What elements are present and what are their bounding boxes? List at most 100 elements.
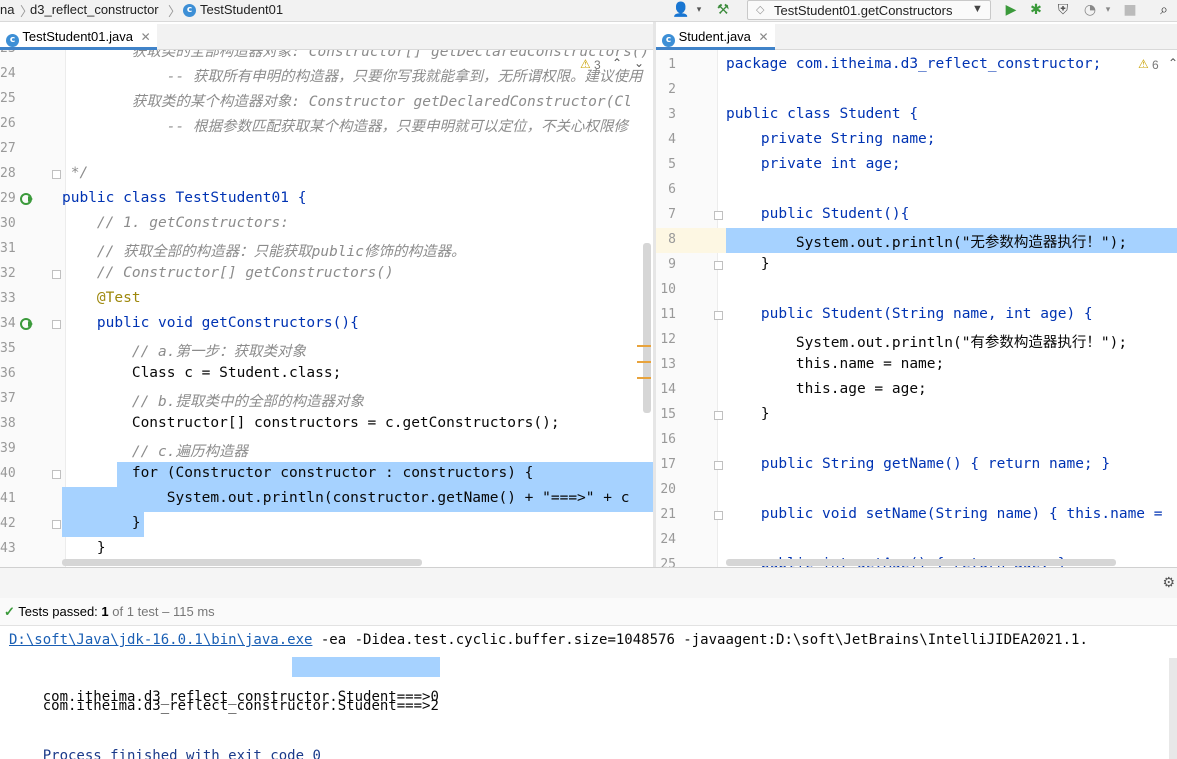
code-line: 9 }: [668, 256, 770, 272]
fold-marker[interactable]: [714, 311, 723, 320]
check-icon: ✓: [4, 604, 15, 619]
code-line: 31 // 获取全部的构造器：只能获取public修饰的构造器。: [0, 241, 466, 260]
run-test-class-icon[interactable]: [20, 192, 34, 206]
breadcrumb-module[interactable]: na: [0, 2, 14, 17]
run-panel-header: ⚙: [0, 568, 1177, 598]
tab-label: Student.java: [678, 29, 751, 44]
code-line: 16: [660, 432, 676, 447]
right-tab-bar: c Student.java ✕: [656, 24, 1177, 50]
vertical-scrollbar[interactable]: [643, 243, 651, 413]
code-line: 3 public class Student {: [668, 106, 919, 122]
gear-icon[interactable]: ⚙: [1162, 574, 1175, 591]
code-line: 11 public Student(String name, int age) …: [660, 306, 1093, 322]
code-line: 29 public class TestStudent01 {: [0, 190, 307, 206]
fold-marker[interactable]: [52, 170, 61, 179]
coverage-icon[interactable]: ⛨: [1054, 1, 1072, 19]
left-tab-bar: c TestStudent01.java ✕: [0, 24, 653, 50]
code-line: 38 Constructor[] constructors = c.getCon…: [0, 415, 560, 431]
run-icon[interactable]: ▶: [1002, 1, 1020, 19]
java-path-link[interactable]: D:\soft\Java\jdk-16.0.1\bin\java.exe: [9, 632, 312, 648]
status-detail: of 1 test – 115 ms: [112, 604, 215, 619]
build-hammer-icon[interactable]: ⚒: [714, 1, 732, 19]
code-line: 39 // c.遍历构造器: [0, 441, 248, 460]
scroll-marker: [637, 345, 651, 347]
chevron-down-icon[interactable]: ▾: [1099, 1, 1117, 19]
code-line: 7 public Student(){: [668, 206, 910, 222]
fold-marker[interactable]: [52, 320, 61, 329]
close-icon[interactable]: ✕: [141, 30, 151, 44]
selection-highlight: [292, 657, 440, 677]
code-line: 4 private String name;: [668, 131, 936, 147]
code-line: 37 // b.提取类中的全部的构造器对象: [0, 391, 364, 410]
console-exit-line: Process finished with exit code 0: [42, 748, 321, 759]
status-label: Tests passed:: [18, 604, 98, 619]
chevron-down-icon: ▼: [972, 3, 983, 15]
profiler-icon[interactable]: ◔: [1081, 1, 1099, 19]
fold-marker[interactable]: [714, 411, 723, 420]
fold-marker[interactable]: [714, 261, 723, 270]
code-line: 25 获取类的某个构造器对象: Constructor getDeclaredC…: [0, 91, 632, 110]
code-line: 14 this.age = age;: [660, 381, 927, 397]
tab-label: TestStudent01.java: [22, 29, 133, 44]
fold-marker[interactable]: [714, 461, 723, 470]
horizontal-scrollbar[interactable]: [62, 559, 422, 566]
navigation-bar: na 〉 d3_reflect_constructor 〉 c TestStud…: [0, 0, 1177, 22]
tab-teststudent01[interactable]: c TestStudent01.java ✕: [0, 24, 157, 50]
breadcrumb-separator: 〉: [168, 4, 182, 19]
breadcrumb-package[interactable]: d3_reflect_constructor: [30, 2, 159, 17]
code-line: 34 public void getConstructors(){: [0, 315, 359, 331]
code-line: 2: [668, 82, 676, 97]
code-line: 21 public void setName(String name) { th…: [660, 506, 1163, 522]
console-scrollbar[interactable]: [1169, 658, 1177, 759]
code-line: 24: [660, 532, 676, 547]
code-line: 36 Class c = Student.class;: [0, 365, 342, 381]
code-line: 17 public String getName() { return name…: [660, 456, 1111, 472]
chevron-down-icon[interactable]: ▾: [690, 1, 708, 19]
code-line-selected: 41 System.out.println(constructor.getNam…: [0, 487, 653, 512]
right-code-editor[interactable]: ⚠ 6 ⌃ 1 package com.itheima.d3_reflect_c…: [656, 50, 1177, 567]
code-line-selected: 42 }: [0, 512, 653, 537]
user-icon[interactable]: 👤: [672, 1, 690, 19]
code-line: 24 -- 获取所有申明的构造器，只要你写我就能拿到，无所谓权限。建议使用: [0, 66, 643, 85]
stop-icon[interactable]: ■: [1121, 1, 1139, 19]
code-line: 5 private int age;: [668, 156, 901, 172]
class-icon: c: [662, 34, 675, 47]
java-args: -ea -Didea.test.cyclic.buffer.size=10485…: [312, 632, 1088, 648]
run-configuration-select[interactable]: ◇ TestStudent01.getConstructors ▼: [747, 0, 991, 20]
code-line: 15 }: [660, 406, 770, 422]
run-test-method-icon[interactable]: [20, 317, 34, 331]
code-line: 30 // 1. getConstructors:: [0, 215, 289, 231]
code-line-current: 8 System.out.println("无参数构造器执行！");: [656, 228, 1177, 253]
code-line: 6: [668, 182, 676, 197]
config-icon: ◇: [756, 4, 765, 16]
code-line: 35 // a.第一步：获取类对象: [0, 341, 306, 360]
class-icon: c: [6, 34, 19, 47]
code-line: 1 package com.itheima.d3_reflect_constru…: [668, 56, 1102, 72]
test-status-bar: ✓ Tests passed: 1 of 1 test – 115 ms: [0, 598, 1177, 626]
fold-marker[interactable]: [714, 511, 723, 520]
close-icon[interactable]: ✕: [759, 30, 769, 44]
code-line: 26 -- 根据参数匹配获取某个构造器，只要申明就可以定位，不关心权限修: [0, 116, 628, 135]
tab-student[interactable]: c Student.java ✕: [656, 24, 775, 50]
horizontal-scrollbar[interactable]: [726, 559, 1116, 566]
code-line: 27: [0, 141, 16, 156]
left-code-editor[interactable]: ⚠ 3 ⌃ ⌄ 23 获取类的全部构造器对象: Constructor[] ge…: [0, 50, 653, 567]
status-count: 1: [101, 604, 109, 619]
search-icon[interactable]: ⌕: [1155, 1, 1173, 19]
code-line: 20: [660, 482, 676, 497]
fold-marker[interactable]: [52, 270, 61, 279]
code-line: 32 // Constructor[] getConstructors(): [0, 265, 394, 281]
fold-marker[interactable]: [714, 211, 723, 220]
debug-icon[interactable]: ✱: [1027, 1, 1045, 19]
breadcrumb-class[interactable]: TestStudent01: [200, 2, 283, 17]
fold-marker[interactable]: [52, 470, 61, 479]
code-line: 10: [660, 282, 676, 297]
code-line-selected: 40 for (Constructor constructor : constr…: [0, 462, 653, 487]
console-output-line: com.itheima.d3_reflect_constructor.Stude…: [42, 698, 439, 714]
code-line: 13 this.name = name;: [660, 356, 945, 372]
code-line: 12 System.out.println("有参数构造器执行！");: [660, 332, 1128, 351]
scroll-marker: [637, 377, 651, 379]
code-line: 23 获取类的全部构造器对象: Constructor[] getDeclare…: [0, 50, 650, 60]
run-configuration-label: TestStudent01.getConstructors: [774, 3, 953, 18]
fold-marker[interactable]: [52, 520, 61, 529]
